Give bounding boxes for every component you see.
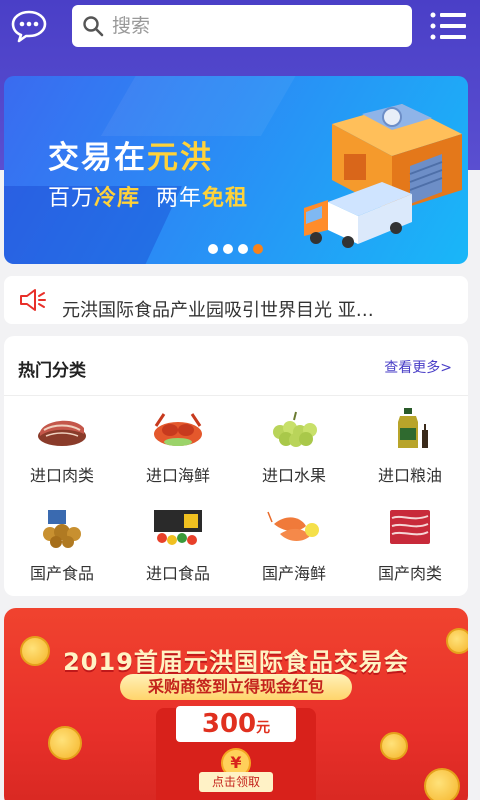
promo-banner[interactable]: 2019首届元洪国际食品交易会 采购商签到立得现金红包 300元 ¥ 点击领取 — [4, 608, 468, 800]
coin-decoration — [380, 732, 408, 760]
category-imported-fruit[interactable]: 进口水果 — [236, 398, 352, 496]
category-label: 进口肉类 — [29, 466, 94, 485]
categories-header: 热门分类 查看更多> — [4, 336, 468, 396]
promo-title: 2019首届元洪国际食品交易会 — [63, 648, 409, 676]
chat-bubble-icon — [11, 10, 47, 43]
beef-icon — [390, 510, 430, 544]
category-label: 国产肉类 — [377, 564, 442, 583]
oil-icon — [398, 408, 428, 448]
categories-title: 热门分类 — [18, 361, 86, 381]
news-ticker-text[interactable]: 元洪国际食品产业园吸引世界目光 亚… — [62, 296, 442, 322]
claim-button[interactable]: 点击领取 — [199, 772, 273, 792]
meat-icon — [38, 420, 86, 446]
carousel-dot-active[interactable] — [253, 244, 263, 254]
category-domestic-meat[interactable]: 国产肉类 — [352, 496, 468, 594]
chat-button[interactable] — [8, 6, 50, 46]
see-more-link[interactable]: 查看更多> — [384, 357, 452, 377]
category-imported-meat[interactable]: 进口肉类 — [4, 398, 120, 496]
category-label: 进口食品 — [145, 564, 210, 583]
hot-categories-card: 热门分类 查看更多> 进口肉类 进口海鲜 进口水果 进口粮油 国产食品 进口食品… — [4, 336, 468, 596]
header — [0, 0, 480, 56]
seafood-icon — [154, 413, 202, 446]
category-label: 国产食品 — [29, 564, 94, 583]
banner-title: 交易在元洪 — [48, 140, 213, 176]
carousel-dot[interactable] — [238, 244, 248, 254]
category-domestic-seafood[interactable]: 国产海鲜 — [236, 496, 352, 594]
banner-subtitle: 百万冷库 两年免租 — [48, 186, 249, 211]
speaker-icon — [20, 289, 46, 311]
coin-decoration — [424, 768, 460, 800]
shrimp-icon — [267, 511, 319, 541]
snack-icon — [43, 510, 81, 548]
news-ticker[interactable]: 元洪国际食品产业园吸引世界目光 亚… — [4, 276, 468, 324]
menu-list-icon — [430, 12, 466, 40]
carousel-dot[interactable] — [208, 244, 218, 254]
category-domestic-food[interactable]: 国产食品 — [4, 496, 120, 594]
hero-banner[interactable]: 交易在元洪 百万冷库 两年免租 — [4, 76, 468, 264]
category-label: 国产海鲜 — [261, 564, 326, 583]
carousel-dot[interactable] — [223, 244, 233, 254]
promo-subtitle: 采购商签到立得现金红包 — [120, 674, 352, 700]
cold-storage-warehouse-illustration — [304, 104, 462, 248]
coin-decoration — [48, 726, 82, 760]
category-label: 进口海鲜 — [145, 466, 210, 485]
category-imported-grain-oil[interactable]: 进口粮油 — [352, 398, 468, 496]
category-grid: 进口肉类 进口海鲜 进口水果 进口粮油 国产食品 进口食品 国产海鲜 国产肉类 — [4, 398, 468, 594]
search-icon — [83, 16, 104, 37]
category-imported-food[interactable]: 进口食品 — [120, 496, 236, 594]
menu-button[interactable] — [428, 10, 468, 42]
banner-decoration — [100, 76, 308, 136]
carousel-indicators — [208, 244, 263, 254]
category-label: 进口水果 — [261, 466, 326, 485]
category-label: 进口粮油 — [377, 466, 442, 485]
red-envelope-amount: 300元 — [176, 706, 296, 742]
search-input[interactable] — [112, 15, 392, 37]
category-imported-seafood[interactable]: 进口海鲜 — [120, 398, 236, 496]
search-bar[interactable] — [72, 5, 412, 47]
packaged-food-icon — [154, 510, 202, 545]
fruit-icon — [273, 411, 317, 447]
